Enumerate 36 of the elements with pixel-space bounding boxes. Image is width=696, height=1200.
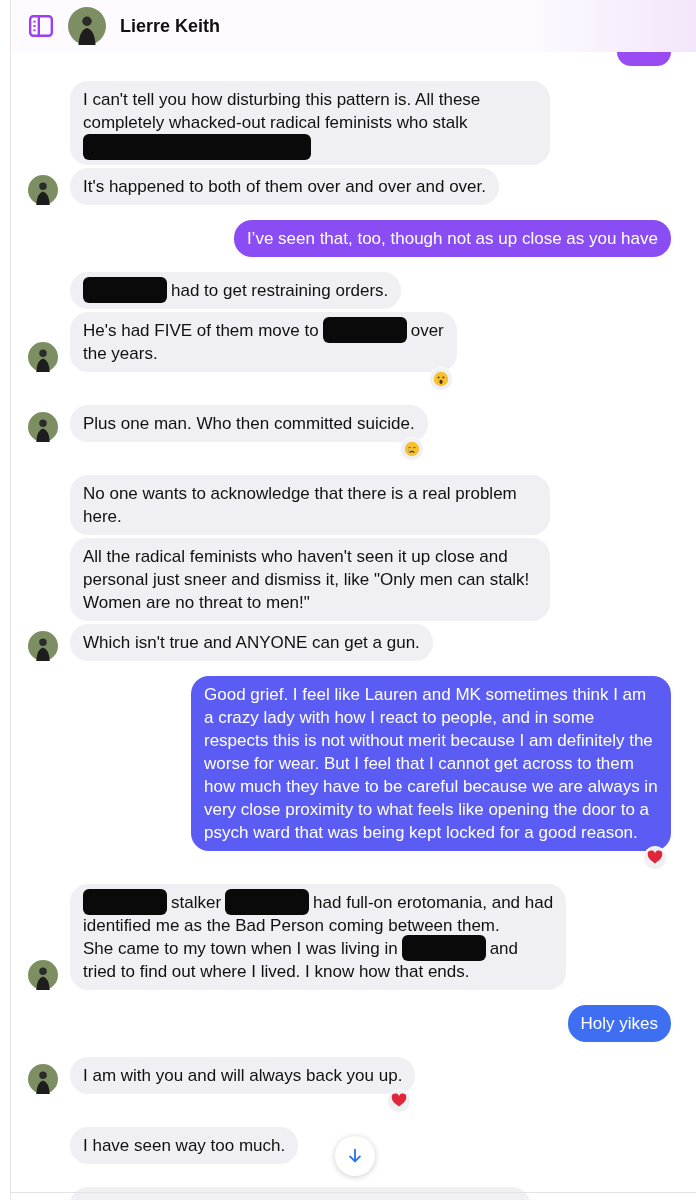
message-text: had to get restraining orders. — [171, 279, 389, 302]
message-text: Good grief. I feel like Lauren and MK sometimes think I am a crazy lady with how I react to people, and in some respects this is not without merit because I am definitely the worse for wear. But I feel that I cannot get across to them how much they have to be careful because we are always in very close proximity to what feels like opening the door to a psych ward that was being kept locked for a good reason. — [204, 684, 658, 842]
message-text: tried to find out where I lived. I know how that ends. — [83, 961, 470, 981]
contact-name[interactable]: Lierre Keith — [120, 15, 221, 37]
avatar-icon[interactable] — [28, 174, 58, 205]
message-text: had full-on erotomania, and had — [313, 891, 554, 914]
avatar-icon[interactable] — [28, 341, 58, 372]
message-text: over — [410, 319, 444, 342]
message-text: Which isn't true and ANYONE can get a gun. — [83, 632, 420, 652]
avatar-icon[interactable] — [68, 7, 106, 45]
crying-face-icon — [403, 440, 420, 457]
message-text: I have seen way too much. — [83, 1135, 286, 1155]
message-text: and — [489, 937, 519, 960]
avatar-icon[interactable] — [28, 959, 58, 990]
scroll-down-button[interactable] — [335, 1136, 375, 1176]
sidebar-toggle-icon[interactable] — [28, 13, 54, 39]
message-text: It's happened to both of them over and over and over. — [83, 176, 487, 196]
message-text: Plus one man. Who then committed suicide. — [83, 413, 415, 433]
avatar-icon[interactable] — [28, 630, 58, 661]
down-arrow-icon — [346, 1147, 364, 1165]
message-text: No one wants to acknowledge that there is a real problem here. — [83, 483, 517, 526]
message-text: All the radical feminists who haven't seen it up close and personal just sneer and dismiss it, like "Only men can stalk! Women are no threat to men!" — [83, 546, 530, 612]
message-text: I am with you and will always back you up. — [83, 1065, 403, 1085]
message-text: I’ve seen that, too, though not as up close as you have — [246, 228, 658, 248]
message-text: He's had FIVE of them move to — [83, 319, 319, 342]
message-text: I can't tell you how disturbing this pattern is. All these completely whacked-out radical feminists who stalk — [83, 90, 481, 132]
avatar-icon[interactable] — [28, 1063, 58, 1094]
surprised-face-icon — [432, 370, 449, 387]
message-text: identified me as the Bad Person coming between them. — [83, 915, 500, 935]
message-text: She came to my town when I was living in — [83, 937, 398, 960]
message-text: the years. — [83, 343, 158, 363]
message-text: Holy yikes — [580, 1013, 658, 1033]
avatar-icon[interactable] — [28, 411, 58, 442]
heart-icon — [391, 1092, 408, 1109]
message-text: stalker — [171, 891, 222, 914]
heart-icon — [647, 849, 663, 866]
